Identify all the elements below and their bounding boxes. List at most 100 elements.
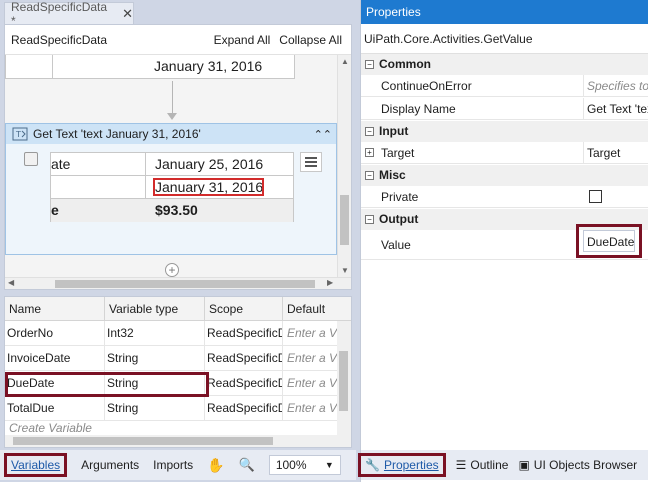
variable-default[interactable]: Enter a V	[283, 321, 337, 345]
designer-bottom-bar: Variables Arguments Imports ✋ 🔍 100% ▼	[0, 450, 356, 480]
variable-scope[interactable]: ReadSpecificD	[205, 371, 283, 395]
variables-panel: Name Variable type Scope Default OrderNo…	[4, 296, 352, 448]
flow-arrow-icon	[167, 113, 177, 120]
property-label: Display Name	[381, 102, 456, 116]
property-label: ContinueOnError	[381, 79, 472, 93]
preview-row: January 31, 2016	[51, 176, 293, 199]
continue-on-error-input[interactable]: Specifies to	[583, 75, 648, 97]
tab-label: Outline	[470, 458, 509, 472]
zoom-value: 100%	[275, 458, 307, 472]
column-variable-type[interactable]: Variable type	[105, 297, 205, 321]
screenshot-preview[interactable]: ate January 25, 2016 January 31, 2016 e …	[50, 152, 294, 222]
zoom-select[interactable]: 100% ▼	[268, 455, 341, 475]
property-display-name[interactable]: Display Name Get Text 'text	[361, 98, 648, 120]
variables-horizontal-scrollbar[interactable]	[5, 435, 351, 447]
zoom-magnifier-icon[interactable]: 🔍	[239, 457, 255, 473]
variables-tab[interactable]: Variables	[4, 453, 68, 477]
property-target[interactable]: + Target Target	[361, 142, 648, 164]
preview-cell: $93.50	[155, 202, 198, 218]
add-activity-icon[interactable]: +	[165, 263, 179, 277]
variable-scope[interactable]: ReadSpecificD	[205, 396, 283, 420]
collapse-chevron-icon[interactable]: ⌃⌃	[314, 128, 332, 141]
designer-canvas[interactable]: January 31, 2016 T Get Text 'text Januar…	[5, 55, 337, 277]
property-private[interactable]: Private	[361, 186, 648, 208]
get-text-icon: T	[12, 127, 28, 141]
properties-title: Properties	[361, 0, 648, 24]
value-input[interactable]: DueDate	[583, 230, 635, 252]
private-checkbox[interactable]	[589, 190, 602, 203]
variable-name[interactable]: TotalDue	[5, 396, 105, 420]
variable-default[interactable]: Enter a V	[283, 396, 337, 420]
expand-all-link[interactable]: Expand All	[214, 33, 271, 47]
collapse-all-link[interactable]: Collapse All	[279, 33, 342, 47]
imports-tab[interactable]: Imports	[153, 458, 193, 472]
activity-header[interactable]: T Get Text 'text January 31, 2016' ⌃⌃	[6, 124, 336, 144]
collapse-toggle-icon[interactable]: −	[365, 60, 374, 69]
activity-menu-icon[interactable]	[300, 152, 322, 172]
designer-horizontal-scrollbar[interactable]: ◀ ▶	[5, 277, 351, 289]
expand-toggle-icon[interactable]: +	[365, 148, 374, 157]
workflow-name: ReadSpecificData	[11, 32, 108, 47]
variables-vertical-scrollbar[interactable]	[337, 321, 351, 435]
variable-scope[interactable]: ReadSpecificD	[205, 346, 283, 370]
outline-tab[interactable]: ☰ Outline	[456, 458, 509, 472]
variable-type[interactable]: String	[105, 346, 205, 370]
designer-vertical-scrollbar[interactable]: ▲ ▼	[337, 55, 351, 277]
activity-title: Get Text 'text January 31, 2016'	[33, 127, 201, 141]
variable-type[interactable]: Int32	[105, 321, 205, 345]
variable-default[interactable]: Enter a V	[283, 371, 337, 395]
activity-body: ate January 25, 2016 January 31, 2016 e …	[6, 144, 336, 254]
close-icon[interactable]: ✕	[122, 6, 133, 22]
category-misc[interactable]: − Misc	[361, 165, 648, 186]
variable-type[interactable]: String	[105, 396, 205, 420]
column-scope[interactable]: Scope	[205, 297, 283, 321]
variable-row[interactable]: OrderNo Int32 ReadSpecificD Enter a V	[5, 321, 351, 346]
variable-scope[interactable]: ReadSpecificD	[205, 321, 283, 345]
scroll-down-icon[interactable]: ▼	[341, 266, 349, 275]
value-highlight: DueDate	[576, 224, 642, 258]
create-variable-link[interactable]: Create Variable	[9, 421, 92, 435]
pan-hand-icon[interactable]: ✋	[207, 457, 224, 474]
collapse-toggle-icon[interactable]: −	[365, 215, 374, 224]
property-continue-on-error[interactable]: ContinueOnError Specifies to	[361, 75, 648, 97]
screenshot-thumbnail-icon	[24, 152, 38, 166]
scroll-thumb[interactable]	[339, 351, 348, 411]
scroll-thumb[interactable]	[13, 437, 273, 445]
scroll-left-icon[interactable]: ◀	[8, 278, 14, 287]
variable-name[interactable]: OrderNo	[5, 321, 105, 345]
variable-name[interactable]: InvoiceDate	[5, 346, 105, 370]
category-label: Input	[379, 124, 409, 138]
ui-objects-browser-tab[interactable]: ▣ UI Objects Browser	[518, 458, 637, 472]
scroll-up-icon[interactable]: ▲	[341, 57, 349, 66]
collapse-toggle-icon[interactable]: −	[365, 127, 374, 136]
target-input[interactable]: Target	[583, 142, 648, 164]
designer-area: ReadSpecificData * ✕ ReadSpecificData Ex…	[0, 0, 356, 482]
variable-row[interactable]: InvoiceDate String ReadSpecificD Enter a…	[5, 346, 351, 371]
collapse-toggle-icon[interactable]: −	[365, 171, 374, 180]
preview-cell: ate	[51, 156, 71, 172]
arguments-tab[interactable]: Arguments	[81, 458, 139, 472]
scroll-thumb[interactable]	[340, 195, 349, 245]
scroll-right-icon[interactable]: ▶	[327, 278, 333, 287]
properties-tab[interactable]: 🔧 Properties	[358, 453, 446, 477]
duedate-highlight	[5, 372, 209, 397]
display-name-input[interactable]: Get Text 'text	[583, 98, 648, 120]
tab-label: Properties	[383, 458, 439, 472]
preview-cell: January 25, 2016	[155, 156, 264, 172]
preview-row: ate January 25, 2016	[51, 153, 293, 176]
wrench-icon: 🔧	[365, 458, 380, 472]
column-name[interactable]: Name	[5, 297, 105, 321]
ui-objects-icon: ▣	[518, 458, 530, 472]
scroll-thumb[interactable]	[55, 280, 315, 288]
property-label: Target	[381, 146, 415, 160]
get-text-activity[interactable]: T Get Text 'text January 31, 2016' ⌃⌃ at…	[5, 123, 337, 255]
variable-default[interactable]: Enter a V	[283, 346, 337, 370]
variable-row[interactable]: TotalDue String ReadSpecificD Enter a V	[5, 396, 351, 421]
column-default[interactable]: Default	[283, 297, 337, 321]
category-common[interactable]: − Common	[361, 54, 648, 75]
activity-type-name: UiPath.Core.Activities.GetValue	[361, 24, 648, 54]
category-label: Common	[379, 57, 431, 71]
document-tab[interactable]: ReadSpecificData * ✕	[4, 0, 134, 28]
category-input[interactable]: − Input	[361, 121, 648, 142]
previous-activity-value: January 31, 2016	[154, 58, 263, 74]
